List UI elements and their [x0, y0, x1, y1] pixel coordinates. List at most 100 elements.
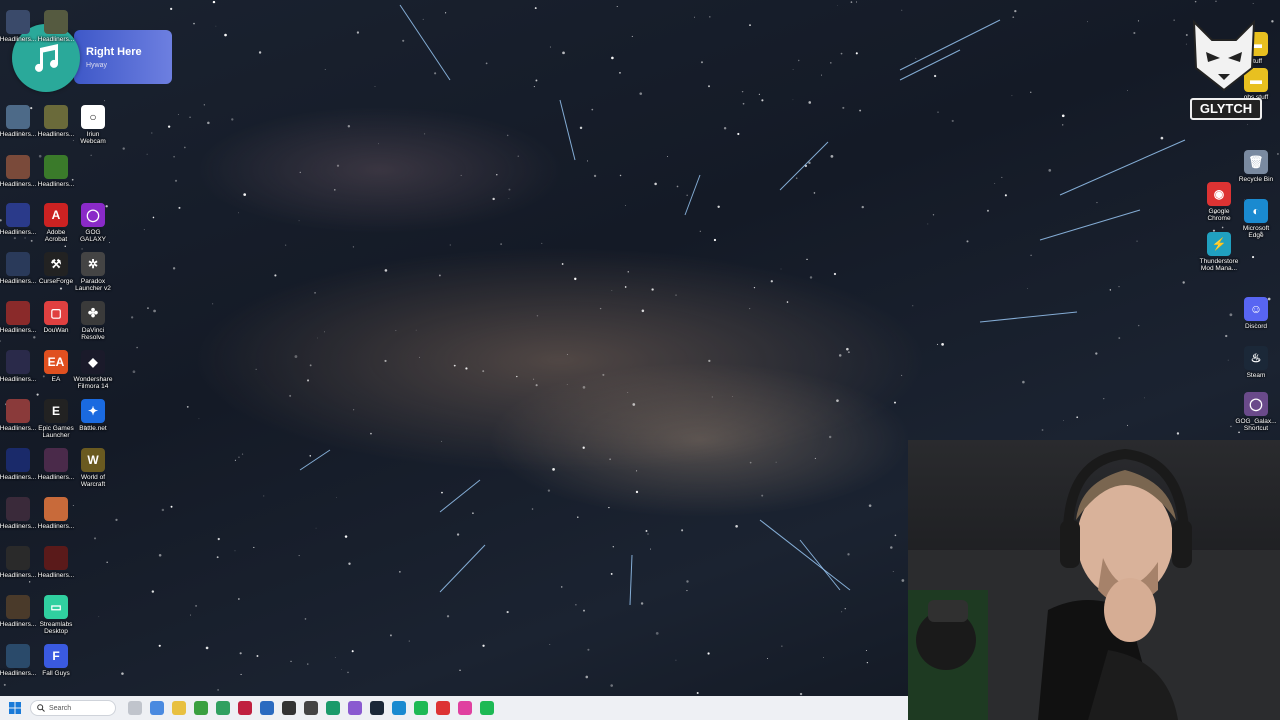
desktop-icon-label: Headliners... — [37, 572, 75, 579]
desktop-icon-label: Discord — [1244, 323, 1268, 330]
desktop-icon-label: Fall Guys — [42, 670, 70, 677]
desktop-icon-label: Paradox Launcher v2 — [75, 278, 111, 292]
recycle-bin-icon: 🗑 — [1244, 150, 1268, 174]
desktop-icon-label: Steam — [1246, 372, 1266, 379]
desktop-icon-label: EA — [51, 376, 61, 383]
davinci-resolve-icon: ✤ — [81, 301, 105, 325]
desktop-icon-gog-galaxy-shortcut[interactable]: ◯ GOG_Galax... Shortcut — [1230, 392, 1280, 432]
taskbar-spotify-icon[interactable] — [414, 701, 428, 715]
desktop-icon-label: DouWan — [43, 327, 69, 334]
taskbar-chrome-icon[interactable] — [436, 701, 450, 715]
now-playing-artist: Hyway — [86, 62, 108, 69]
headliners-16-icon — [6, 546, 30, 570]
world-of-warcraft-icon: W — [81, 448, 105, 472]
taskbar-search-box[interactable]: Search — [30, 700, 116, 716]
desktop-icon-label: Iriun Webcam — [80, 131, 106, 145]
desktop-icon-recycle-bin[interactable]: 🗑 Recycle Bin — [1230, 150, 1280, 183]
fox-mascot-icon — [1192, 19, 1256, 92]
douwan-icon: ▢ — [44, 301, 68, 325]
desktop-icon-thunderstore[interactable]: ⚡ Thunderstore Mod Mana... — [1193, 232, 1245, 272]
gog-galaxy-shortcut-icon: ◯ — [1244, 392, 1268, 416]
desktop-icon-gog-galaxy[interactable]: ◯ GOG GALAXY — [67, 203, 119, 243]
headliners-9-icon — [6, 301, 30, 325]
ea-icon: EA — [44, 350, 68, 374]
taskbar-app-16-icon[interactable] — [458, 701, 472, 715]
headliners-10-icon — [6, 350, 30, 374]
headliners-15-icon — [44, 497, 68, 521]
desktop-icon-world-of-warcraft[interactable]: W World of Warcraft — [67, 448, 119, 488]
iriun-webcam-icon: ○ — [81, 105, 105, 129]
desktop-icon-steam[interactable]: ♨ Steam — [1230, 346, 1280, 379]
taskbar-app-6-icon[interactable] — [238, 701, 252, 715]
google-chrome-icon: ◉ — [1207, 182, 1231, 206]
adobe-acrobat-icon: A — [44, 203, 68, 227]
desktop-icon-streamlabs-desktop[interactable]: ▭ Streamlabs Desktop — [30, 595, 82, 635]
desktop-icon-discord[interactable]: ☺ Discord — [1230, 297, 1280, 330]
taskbar-app-8-icon[interactable] — [282, 701, 296, 715]
now-playing-title: Right Here — [86, 46, 142, 58]
search-placeholder: Search — [49, 704, 72, 712]
headliners-11-icon — [6, 399, 30, 423]
paradox-launcher-icon: ✲ — [81, 252, 105, 276]
desktop-icon-label: Microsoft Edge — [1242, 225, 1270, 239]
taskbar-app-11-icon[interactable] — [348, 701, 362, 715]
headliners-17-icon — [44, 546, 68, 570]
desktop-icon-fall-guys[interactable]: F Fall Guys — [30, 644, 82, 677]
start-button[interactable] — [4, 697, 26, 719]
streamlabs-desktop-icon: ▭ — [44, 595, 68, 619]
search-icon — [37, 704, 45, 712]
taskbar-app-1-icon[interactable] — [128, 701, 142, 715]
desktop-icon-label: World of Warcraft — [80, 474, 106, 488]
desktop-icon-paradox-launcher[interactable]: ✲ Paradox Launcher v2 — [67, 252, 119, 292]
desktop-icon-label: Headliners... — [37, 523, 75, 530]
thunderstore-icon: ⚡ — [1207, 232, 1231, 256]
desktop-icon-label: Headliners... — [37, 36, 75, 43]
headliners-4-icon — [44, 105, 68, 129]
taskbar-app-2-icon[interactable] — [150, 701, 164, 715]
desktop-icon-headliners-2[interactable]: Headliners... — [30, 10, 82, 43]
headliners-7-icon — [6, 203, 30, 227]
gog-galaxy-icon: ◯ — [81, 203, 105, 227]
taskbar-edge-icon[interactable] — [392, 701, 406, 715]
taskbar-file-explorer-icon[interactable] — [172, 701, 186, 715]
taskbar-app-4-icon[interactable] — [194, 701, 208, 715]
taskbar-apps — [120, 701, 494, 715]
desktop-icon-iriun-webcam[interactable]: ○ Iriun Webcam — [67, 105, 119, 145]
desktop-icon-headliners-15[interactable]: Headliners... — [30, 497, 82, 530]
headliners-14-icon — [6, 497, 30, 521]
desktop-icon-label: DaVinci Resolve — [81, 327, 105, 341]
desktop-icon-battlenet[interactable]: ✦ Battle.net — [67, 399, 119, 432]
taskbar-app-10-icon[interactable] — [326, 701, 340, 715]
taskbar-steam-icon[interactable] — [370, 701, 384, 715]
epic-games-icon: E — [44, 399, 68, 423]
desktop-icon-label: Wondershare Filmora 14 — [73, 376, 113, 390]
headliners-3-icon — [6, 105, 30, 129]
desktop-icon-label: Headliners... — [37, 181, 75, 188]
headliners-13-icon — [44, 448, 68, 472]
headliners-12-icon — [6, 448, 30, 472]
desktop-icon-headliners-17[interactable]: Headliners... — [30, 546, 82, 579]
headliners-8-icon — [6, 252, 30, 276]
taskbar-app-5-icon[interactable] — [216, 701, 230, 715]
battlenet-icon: ✦ — [81, 399, 105, 423]
desktop-icon-wondershare-filmora[interactable]: ◆ Wondershare Filmora 14 — [67, 350, 119, 390]
steam-icon: ♨ — [1244, 346, 1268, 370]
headliners-19-icon — [6, 644, 30, 668]
desktop-icon-label: Streamlabs Desktop — [39, 621, 73, 635]
taskbar-app-9-icon[interactable] — [304, 701, 318, 715]
desktop-icon-label: Google Chrome — [1207, 208, 1231, 222]
taskbar: Search — [0, 696, 908, 720]
wondershare-filmora-icon: ◆ — [81, 350, 105, 374]
desktop-icon-davinci-resolve[interactable]: ✤ DaVinci Resolve — [67, 301, 119, 341]
discord-icon: ☺ — [1244, 297, 1268, 321]
headliners-6-icon — [44, 155, 68, 179]
headliners-2-icon — [44, 10, 68, 34]
desktop-icon-label: GOG_Galax... Shortcut — [1235, 418, 1277, 432]
microsoft-edge-icon: ◐ — [1244, 199, 1268, 223]
headliners-18-icon — [6, 595, 30, 619]
taskbar-app-7-icon[interactable] — [260, 701, 274, 715]
desktop-icon-headliners-6[interactable]: Headliners... — [30, 155, 82, 188]
webcam-feed — [908, 440, 1280, 720]
headliners-5-icon — [6, 155, 30, 179]
taskbar-app-17-icon[interactable] — [480, 701, 494, 715]
